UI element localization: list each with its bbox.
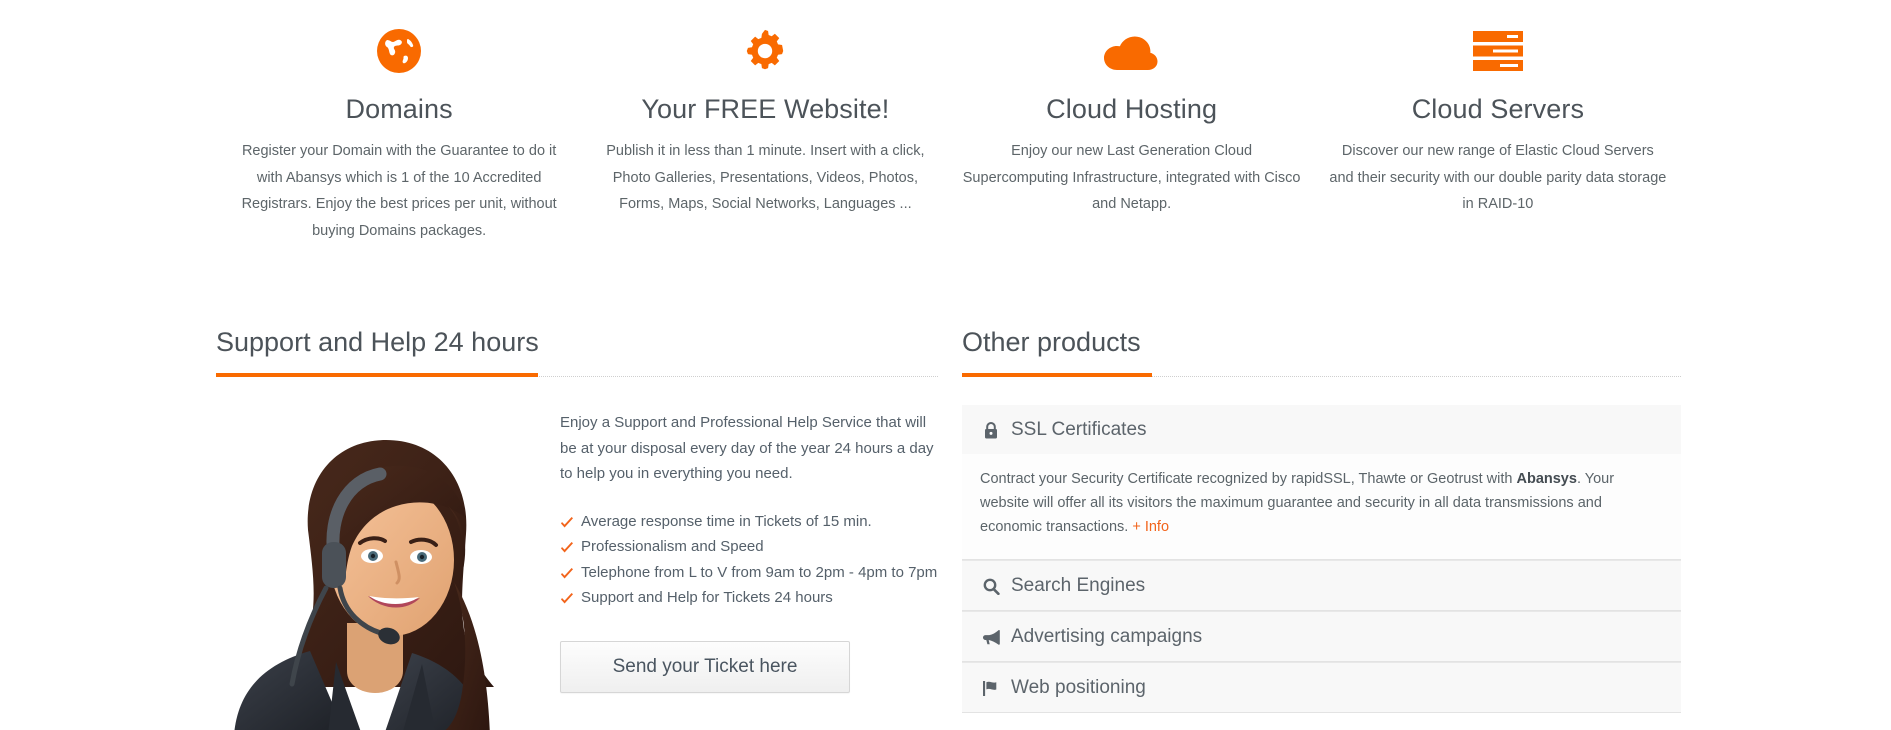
gear-icon: [596, 20, 934, 82]
accordion-header-search-engines[interactable]: Search Engines: [962, 560, 1681, 610]
list-item-label: Telephone from L to V from 9am to 2pm - …: [581, 563, 938, 581]
send-ticket-button[interactable]: Send your Ticket here: [560, 640, 850, 693]
list-item: Average response time in Tickets of 15 m…: [560, 509, 938, 535]
feature-description: Enjoy our new Last Generation Cloud Supe…: [962, 143, 1301, 212]
megaphone-icon: [980, 627, 1002, 647]
list-item-label: Professionalism and Speed: [581, 538, 764, 555]
list-item-label: Support and Help for Tickets 24 hours: [581, 589, 833, 606]
accordion-label: SSL Certificates: [1011, 419, 1147, 440]
ssl-more-info-link[interactable]: + Info: [1132, 519, 1169, 535]
check-icon: [560, 513, 574, 527]
other-products-accordion: SSL Certificates Contract your Security …: [962, 405, 1681, 713]
ssl-body-brand: Abansys: [1516, 471, 1577, 487]
feature-title: Cloud Hosting: [1046, 94, 1218, 124]
accordion-label: Web positioning: [1011, 677, 1146, 698]
support-agent-photo: [216, 410, 512, 730]
page-root: Domains Register your Domain with the Gu…: [0, 0, 1891, 730]
accordion-label: Search Engines: [1011, 575, 1146, 596]
features-row: Domains Register your Domain with the Gu…: [216, 0, 1681, 244]
check-icon: [560, 564, 574, 578]
cloud-icon: [963, 20, 1301, 82]
support-paragraph: Enjoy a Support and Professional Help Se…: [560, 414, 934, 482]
accordion-item-ssl-certificates: SSL Certificates Contract your Security …: [962, 405, 1681, 560]
accordion-body-ssl-certificates: Contract your Security Certificate recog…: [962, 454, 1681, 559]
feature-card-domains[interactable]: Domains Register your Domain with the Gu…: [216, 0, 582, 244]
server-icon: [1329, 20, 1667, 82]
feature-description: Discover our new range of Elastic Cloud …: [1329, 143, 1667, 212]
feature-title: Domains: [345, 94, 453, 124]
accordion-item-advertising-campaigns: Advertising campaigns: [962, 611, 1681, 662]
feature-description: Publish it in less than 1 minute. Insert…: [606, 143, 925, 212]
search-icon: [980, 576, 1002, 596]
list-item: Telephone from L to V from 9am to 2pm - …: [560, 560, 938, 586]
accordion-label: Advertising campaigns: [1011, 626, 1203, 647]
feature-title: Cloud Servers: [1411, 94, 1585, 124]
support-section: Support and Help 24 hours Enjoy a Suppor…: [216, 325, 938, 730]
feature-card-cloud-hosting[interactable]: Cloud Hosting Enjoy our new Last Generat…: [949, 0, 1315, 218]
other-products-section: Other products SSL Certificates Contract: [962, 325, 1681, 713]
accordion-header-ssl-certificates[interactable]: SSL Certificates: [962, 405, 1681, 454]
list-item: Professionalism and Speed: [560, 534, 938, 560]
feature-title: Your FREE Website!: [641, 94, 890, 124]
accordion-item-search-engines: Search Engines: [962, 560, 1681, 611]
feature-description: Register your Domain with the Guarantee …: [241, 143, 557, 239]
accordion-item-web-positioning: Web positioning: [962, 662, 1681, 713]
other-products-heading-rule: [962, 373, 1681, 381]
flag-icon: [980, 678, 1002, 698]
support-heading: Support and Help 24 hours: [216, 327, 539, 357]
support-bullet-list: Average response time in Tickets of 15 m…: [560, 509, 938, 611]
list-item-label: Average response time in Tickets of 15 m…: [581, 512, 872, 530]
check-icon: [560, 538, 574, 553]
support-text: Enjoy a Support and Professional Help Se…: [512, 410, 938, 730]
check-icon: [560, 589, 574, 604]
lock-icon: [980, 420, 1002, 440]
support-body: Enjoy a Support and Professional Help Se…: [216, 410, 938, 730]
support-heading-rule: [216, 373, 938, 381]
accordion-header-web-positioning[interactable]: Web positioning: [962, 662, 1681, 712]
list-item: Support and Help for Tickets 24 hours: [560, 585, 938, 611]
ssl-body-pre: Contract your Security Certificate recog…: [980, 471, 1517, 487]
other-products-heading: Other products: [962, 327, 1141, 357]
accordion-header-advertising-campaigns[interactable]: Advertising campaigns: [962, 611, 1681, 661]
feature-card-cloud-servers[interactable]: Cloud Servers Discover our new range of …: [1315, 0, 1681, 218]
globe-icon: [230, 20, 568, 82]
feature-card-free-website[interactable]: Your FREE Website! Publish it in less th…: [582, 0, 948, 218]
